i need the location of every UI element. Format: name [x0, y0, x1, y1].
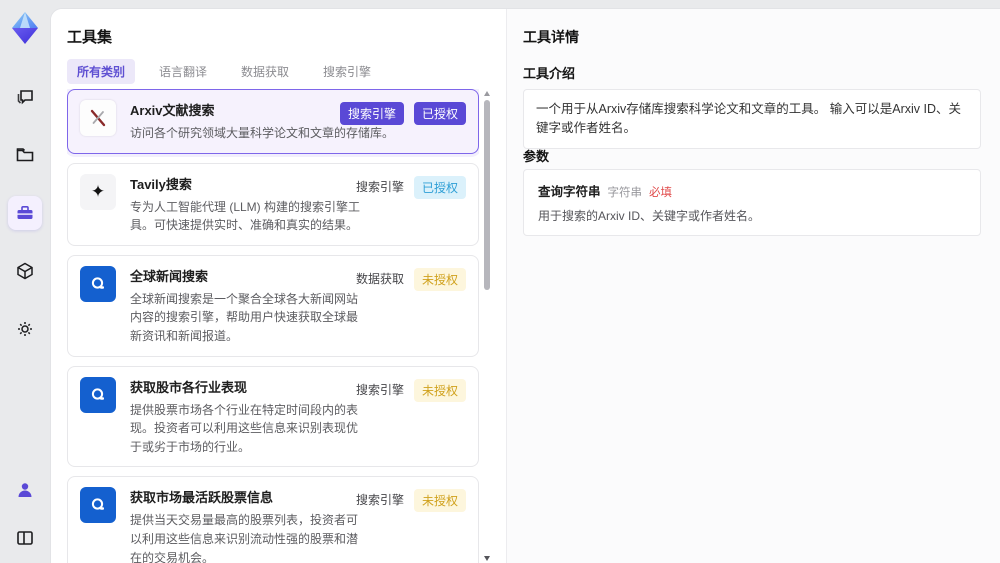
scroll-down-arrow[interactable] — [484, 556, 490, 561]
tool-card-sector-performance[interactable]: 获取股市各行业表现 提供股票市场各个行业在特定时间段内的表现。投资者可以利用这些… — [67, 365, 479, 468]
param-name: 查询字符串 — [538, 185, 601, 199]
tool-description: 专为人工智能代理 (LLM) 构建的搜索引擎工具。可快速提供实时、准确和真实的结… — [130, 199, 361, 233]
sidebar-item-packages[interactable] — [8, 254, 42, 288]
tool-card-tavily[interactable]: ✦ Tavily搜索 专为人工智能代理 (LLM) 构建的搜索引擎工具。可快速提… — [67, 162, 479, 246]
auth-status-badge: 已授权 — [413, 175, 466, 199]
user-icon — [15, 480, 35, 500]
scroll-up-arrow[interactable] — [484, 91, 490, 96]
tool-description: 提供股票市场各个行业在特定时间段内的表现。投资者可以利用这些信息来识别表现优于或… — [130, 402, 359, 454]
sidebar-item-panel-toggle[interactable] — [8, 521, 42, 555]
tools-panel: 工具集 所有类别 语言翻译 数据获取 搜索引擎 Arxiv文献搜索 访问各个研究… — [51, 9, 506, 563]
param-required-flag: 必填 — [649, 187, 673, 199]
package-icon — [15, 261, 35, 281]
tab-all-categories[interactable]: 所有类别 — [67, 59, 136, 84]
main-shell: 工具集 所有类别 语言翻译 数据获取 搜索引擎 Arxiv文献搜索 访问各个研究… — [50, 8, 1000, 563]
chat-icon — [15, 87, 35, 107]
params-heading: 参数 — [523, 149, 550, 164]
sidebar-item-tools[interactable] — [8, 196, 42, 230]
tab-data-fetch[interactable]: 数据获取 — [231, 59, 299, 84]
tool-card-global-news[interactable]: 全球新闻搜索 全球新闻搜索是一个聚合全球各大新闻网站内容的搜索引擎，帮助用户快速… — [67, 254, 479, 357]
tool-title: 全球新闻搜索 — [130, 268, 209, 284]
tab-language-translation[interactable]: 语言翻译 — [149, 59, 217, 84]
parameter-card: 查询字符串 字符串 必填 用于搜索的Arxiv ID、关键字或作者姓名。 — [523, 169, 981, 236]
intro-heading: 工具介绍 — [523, 66, 576, 81]
tool-title: 获取股市各行业表现 — [130, 379, 248, 395]
sidebar-item-files[interactable] — [8, 138, 42, 172]
auth-status-badge: 未授权 — [413, 267, 466, 291]
category-label: 数据获取 — [355, 271, 404, 286]
auth-status-badge: 未授权 — [413, 489, 466, 513]
app-logo — [7, 10, 43, 46]
tool-title: Arxiv文献搜索 — [130, 103, 215, 118]
category-badge: 搜索引擎 — [339, 102, 404, 125]
news-search-icon — [80, 265, 116, 302]
auth-status-badge: 已授权 — [413, 102, 466, 125]
stock-search-icon — [80, 487, 116, 524]
sidebar-item-profile[interactable] — [8, 473, 42, 507]
arxiv-icon — [80, 100, 116, 136]
tab-search-engine[interactable]: 搜索引擎 — [313, 59, 381, 84]
market-search-icon — [80, 376, 116, 413]
tool-list: Arxiv文献搜索 访问各个研究领域大量科学论文和文章的存储库。 搜索引擎 已授… — [67, 89, 479, 563]
tool-card-active-stocks[interactable]: 获取市场最活跃股票信息 提供当天交易量最高的股票列表，投资者可以利用这些信息来识… — [67, 476, 479, 563]
settings-icon — [15, 319, 35, 339]
tool-title: 获取市场最活跃股票信息 — [130, 490, 274, 506]
intro-text-box: 一个用于从Arxiv存储库搜索科学论文和文章的工具。 输入可以是Arxiv ID… — [523, 89, 981, 149]
category-label: 搜索引擎 — [355, 493, 404, 508]
category-tabs: 所有类别 语言翻译 数据获取 搜索引擎 — [67, 59, 381, 84]
detail-title: 工具详情 — [523, 29, 579, 45]
param-description: 用于搜索的Arxiv ID、关键字或作者姓名。 — [538, 209, 761, 223]
param-type: 字符串 — [607, 187, 643, 199]
category-label: 搜索引擎 — [355, 382, 404, 397]
sparkle-icon: ✦ — [80, 173, 116, 210]
toolbox-icon — [15, 203, 35, 223]
category-label: 搜索引擎 — [355, 179, 404, 194]
sidebar-item-settings[interactable] — [8, 312, 42, 346]
tool-detail-panel: 工具详情 工具介绍 一个用于从Arxiv存储库搜索科学论文和文章的工具。 输入可… — [506, 9, 1000, 563]
tool-list-scrollbar[interactable] — [483, 91, 491, 561]
panel-toggle-icon — [15, 528, 35, 548]
scrollbar-thumb[interactable] — [484, 100, 490, 290]
page-title: 工具集 — [67, 29, 113, 46]
tool-description: 全球新闻搜索是一个聚合全球各大新闻网站内容的搜索引擎，帮助用户快速获取全球最新资… — [130, 291, 359, 343]
tool-title: Tavily搜索 — [130, 176, 192, 192]
sidebar-item-chat[interactable] — [8, 80, 42, 114]
auth-status-badge: 未授权 — [413, 378, 466, 402]
folder-icon — [15, 145, 35, 165]
tool-description: 提供当天交易量最高的股票列表，投资者可以利用这些信息来识别流动性强的股票和潜在的… — [130, 513, 359, 563]
app-rail — [0, 0, 50, 563]
tool-card-arxiv[interactable]: Arxiv文献搜索 访问各个研究领域大量科学论文和文章的存储库。 搜索引擎 已授… — [67, 89, 479, 154]
